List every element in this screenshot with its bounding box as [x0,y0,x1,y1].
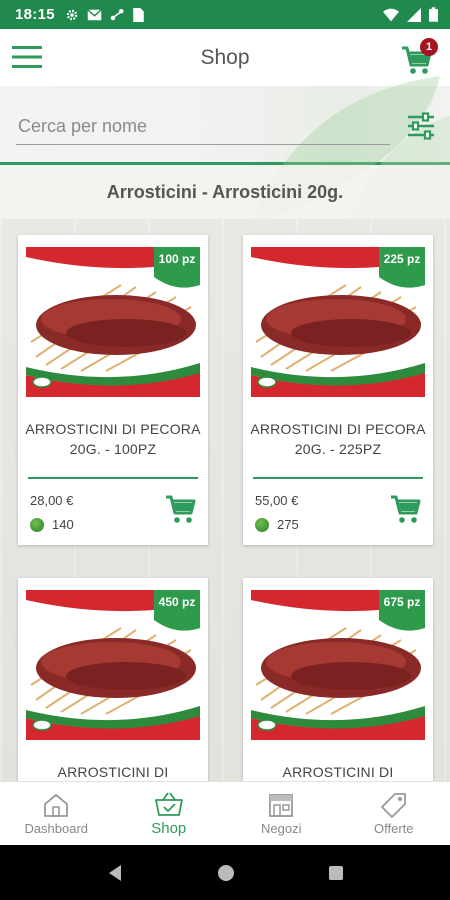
store-icon [269,794,294,817]
signal-icon [407,7,421,22]
product-name: ARROSTICINI DI PECORA 20G. - 100PZ [25,421,201,457]
product-card[interactable]: 100 pz ARROSTICINI DI PECORA 20G. - 100P… [18,235,208,545]
product-image: 225 pz [251,247,425,397]
product-points: 140 [30,517,74,532]
home-button-icon[interactable] [217,864,235,882]
nav-item-negozi[interactable]: Negozi [225,782,338,846]
product-card[interactable]: 450 pz ARROSTICINI DI [18,578,208,781]
divider [253,477,423,479]
product-size-tag: 675 pz [384,595,421,609]
add-to-cart-icon[interactable] [389,493,423,525]
nav-label: Shop [151,820,187,837]
product-image: 675 pz [251,590,425,740]
product-size-tag: 450 pz [159,595,196,609]
nav-label: Dashboard [24,821,89,836]
status-time: 18:15 [15,6,55,23]
recents-icon[interactable] [328,865,344,881]
product-image: 450 pz [26,590,200,740]
nav-item-dashboard[interactable]: Dashboard [0,782,113,846]
basket-icon [154,792,183,816]
nav-label: Negozi [261,821,302,836]
nav-item-offerte[interactable]: Offerte [338,782,450,846]
settings-icon [66,9,78,20]
category-title: Arrosticini - Arrosticini 20g. [0,165,450,219]
product-name: ARROSTICINI DI [57,764,169,780]
sim-card-icon [133,7,144,22]
search-bar [0,76,450,236]
divider [28,477,198,479]
filter-sliders-icon[interactable] [406,111,436,141]
nav-item-shop[interactable]: Shop [113,782,226,846]
wifi-icon [383,8,399,21]
product-grid: 100 pz ARROSTICINI DI PECORA 20G. - 100P… [0,219,450,781]
points-value: 140 [52,517,74,532]
add-to-cart-icon[interactable] [164,493,198,525]
home-icon [44,794,69,817]
cart-badge: 1 [420,38,438,56]
product-price: 28,00 € [30,493,74,508]
search-input[interactable] [16,108,390,145]
product-size-tag: 225 pz [384,252,421,266]
points-coin-icon [30,517,44,532]
tag-icon [380,793,406,818]
mail-icon [87,8,102,20]
product-size-tag: 100 pz [159,252,196,266]
hamburger-menu-icon[interactable] [12,43,42,71]
product-name: ARROSTICINI DI [282,764,394,780]
product-card[interactable]: 675 pz ARROSTICINI DI [243,578,433,781]
product-card[interactable]: 225 pz ARROSTICINI DI PECORA 20G. - 225P… [243,235,433,545]
nav-label: Offerte [373,821,414,836]
status-bar: 18:15 [0,0,450,29]
page-title: Shop [200,45,250,69]
product-image: 100 pz [26,247,200,397]
back-icon[interactable] [106,864,124,882]
points-value: 275 [277,517,299,532]
product-points: 275 [255,517,299,532]
data-saver-icon [110,8,124,20]
cart-button[interactable]: 1 [400,38,438,75]
bottom-navigation: Dashboard Shop Negozi Offerte [0,781,450,846]
product-price: 55,00 € [255,493,299,508]
points-coin-icon [255,517,269,532]
system-navigation-bar [0,845,450,900]
battery-icon [429,7,438,22]
product-name: ARROSTICINI DI PECORA 20G. - 225PZ [250,421,426,457]
